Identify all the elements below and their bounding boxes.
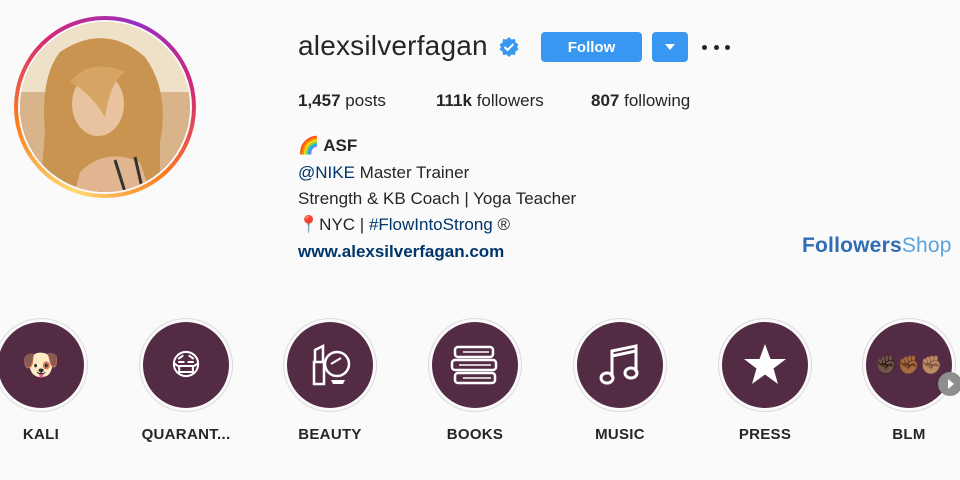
highlight-label: BOOKS	[446, 426, 504, 443]
lipstick-mirror-icon	[312, 343, 351, 386]
highlight-label: PRESS	[738, 426, 792, 443]
highlight-ring	[283, 318, 377, 412]
bio-line-2: Strength & KB Coach | Yoga Teacher	[298, 189, 577, 208]
bio-line-1-text: Master Trainer	[354, 163, 470, 182]
star-icon	[744, 344, 786, 384]
nike-mention-link[interactable]: @NIKE	[298, 163, 355, 182]
following-count: 807	[591, 91, 620, 110]
highlight-label: BLM	[892, 426, 926, 443]
highlight-label: BEAUTY	[298, 426, 362, 443]
highlight-ring: 😷	[139, 318, 233, 412]
followers-label: followers	[476, 91, 544, 110]
bio-line-1: @NIKE Master Trainer	[298, 163, 469, 183]
highlight-books[interactable]: BOOKS	[410, 318, 540, 443]
highlight-label: QUARANT...	[141, 426, 231, 443]
bio-display-name: 🌈 ASF	[298, 136, 357, 156]
watermark-logo: FollowersShop	[802, 234, 952, 258]
bio-name-text: ASF	[323, 136, 358, 155]
more-dot-icon	[725, 44, 730, 50]
highlight-press[interactable]: PRESS	[700, 318, 830, 443]
highlight-quarantine[interactable]: 😷 QUARANT...	[121, 318, 251, 443]
watermark-part-1: Followers	[802, 234, 902, 257]
following-stat[interactable]: 807 following	[591, 91, 690, 111]
rainbow-icon: 🌈	[298, 136, 320, 155]
website-link[interactable]: www.alexsilverfagan.com	[298, 242, 504, 262]
highlight-ring: ✊🏿✊🏾✊🏽	[862, 318, 956, 412]
highlight-ring: 🐶	[0, 318, 88, 412]
followers-count: 111k	[436, 91, 472, 110]
more-dot-icon	[702, 44, 707, 50]
highlight-circle	[287, 322, 373, 408]
follow-button[interactable]: Follow	[541, 32, 642, 62]
verified-badge-icon	[499, 37, 519, 57]
bio-city: NYC |	[319, 215, 369, 234]
following-label: following	[624, 91, 691, 110]
posts-count: 1,457	[298, 91, 341, 110]
highlights-next-button[interactable]	[938, 372, 960, 396]
suggested-dropdown-button[interactable]	[652, 32, 688, 62]
chevron-down-icon	[665, 44, 675, 50]
highlight-circle	[722, 322, 808, 408]
pin-icon: 📍	[298, 215, 320, 234]
music-note-icon	[599, 344, 639, 385]
registered-mark: ®	[492, 215, 510, 234]
highlight-beauty[interactable]: BEAUTY	[265, 318, 395, 443]
posts-stat: 1,457 posts	[298, 91, 386, 111]
highlight-kali[interactable]: 🐶 KALI	[0, 318, 106, 443]
watermark-part-2: Shop	[901, 234, 952, 257]
highlight-ring	[573, 318, 667, 412]
more-options-button[interactable]	[702, 38, 730, 56]
avatar-illustration	[20, 22, 190, 192]
highlight-label: KALI	[22, 426, 60, 443]
raised-fists-icon: ✊🏿✊🏾✊🏽	[866, 322, 952, 408]
followers-stat[interactable]: 111k followers	[436, 91, 544, 111]
chevron-right-icon	[948, 379, 954, 389]
avatar-photo	[20, 22, 190, 192]
highlight-circle	[577, 322, 663, 408]
profile-username: alexsilverfagan	[298, 30, 488, 61]
highlight-label: MUSIC	[595, 426, 645, 443]
highlight-ring	[718, 318, 812, 412]
books-icon	[450, 345, 498, 385]
highlight-ring	[428, 318, 522, 412]
highlight-circle	[432, 322, 518, 408]
hashtag-link[interactable]: #FlowIntoStrong	[369, 215, 493, 234]
posts-label: posts	[345, 91, 386, 110]
dog-emoji-icon: 🐶	[0, 322, 84, 408]
profile-avatar[interactable]	[14, 16, 196, 198]
mask-face-emoji-icon: 😷	[143, 322, 229, 408]
more-dot-icon	[713, 44, 719, 50]
highlight-music[interactable]: MUSIC	[555, 318, 685, 443]
bio-line-3: 📍NYC | #FlowIntoStrong ®	[298, 215, 510, 235]
